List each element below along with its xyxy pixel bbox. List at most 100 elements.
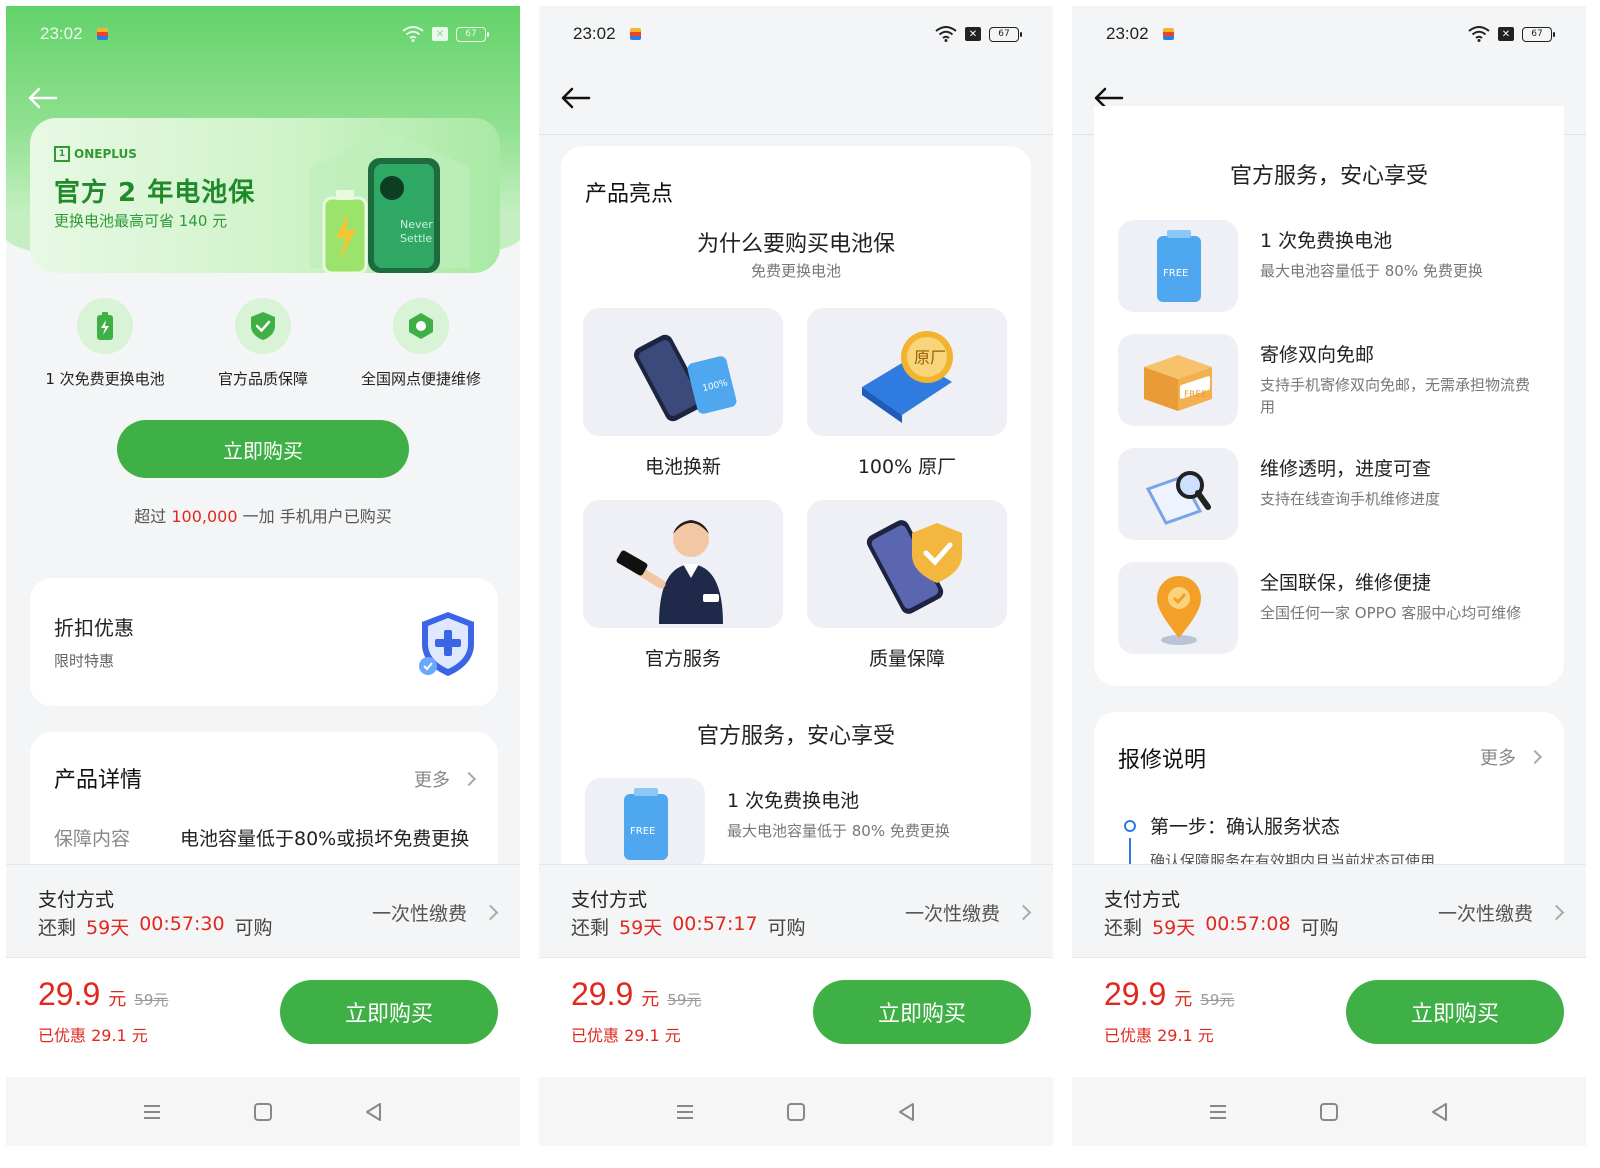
sold-count-text: 超过 100,000 一加 手机用户已购买 (134, 507, 392, 526)
status-time: 23:02 (40, 24, 83, 43)
screen-product-highlights: 23:02 ✕ 67 产品亮点 为什么要购买电池保 免费更换电池 100% 电池… (539, 6, 1053, 1146)
service-battery-thumb: FREE (585, 778, 705, 870)
screen-product-intro: 23:02 ✕ 67 1 ONEPLUS 官方 2 年电池保 更换电池最高可省 1… (6, 6, 520, 1146)
no-sim-icon: ✕ (1498, 27, 1514, 41)
tile-original-factory: 原厂 (807, 308, 1007, 436)
phone-battery-illustration: Never Settle (310, 130, 470, 273)
screen-official-service: 23:02 ✕ 67 官方服务，安心享受 FREE 1 次免费换电池 最大电池容… (1072, 6, 1586, 1146)
countdown-text: 还剩 59天 00:57:30 可购 (38, 913, 273, 939)
payment-method-row: 支付方式 还剩 59天 00:57:08 可购 一次性缴费 (1072, 864, 1586, 956)
hero-title: 官方 2 年电池保 (54, 178, 256, 208)
brand-logo: 1 ONEPLUS (54, 146, 137, 162)
payment-method-row: 支付方式 还剩 59天 00:57:17 可购 一次性缴费 (539, 864, 1053, 956)
feature-row: 1 次免费更换电池 官方品质保障 全国网点便捷维修 (26, 298, 500, 389)
back-triangle-icon[interactable] (1429, 1101, 1451, 1123)
chevron-right-icon (1015, 904, 1032, 921)
battery-icon (77, 298, 133, 354)
tile-official-service (583, 500, 783, 628)
home-icon[interactable] (785, 1101, 807, 1123)
status-bar: 23:02 ✕ 67 (1072, 6, 1586, 62)
hero-subtitle: 更换电池最高可省 140 元 (54, 212, 228, 230)
repair-more-link[interactable]: 更多 (1480, 744, 1543, 770)
battery-indicator: 67 (989, 26, 1022, 42)
feature-free-battery: 1 次免费更换电池 (30, 298, 180, 389)
buy-now-button[interactable]: 立即购买 (280, 980, 498, 1044)
battery-free-icon: FREE (624, 788, 668, 860)
battery-indicator: 67 (456, 26, 489, 42)
discount-card[interactable]: 折扣优惠 限时特惠 (30, 578, 498, 706)
svg-text:FREE: FREE (1163, 268, 1188, 279)
wifi-icon (935, 26, 957, 42)
system-nav-bar (6, 1077, 520, 1146)
system-nav-bar (1072, 1077, 1586, 1146)
feature-nationwide-repair: 全国网点便捷维修 (346, 298, 496, 389)
oneplus-logo-icon: 1 (54, 146, 70, 162)
menu-icon[interactable] (141, 1101, 163, 1123)
payment-method-row: 支付方式 还剩 59天 00:57:30 可购 一次性缴费 (6, 864, 520, 956)
bottom-buy-bar: 29.9 元 59元 已优惠 29.1 元 立即购买 (539, 957, 1053, 1077)
notification-flag-icon (96, 28, 108, 40)
no-sim-icon: ✕ (432, 27, 448, 41)
feature-official-quality: 官方品质保障 (188, 298, 338, 389)
bottom-buy-bar: 29.9 元 59元 已优惠 29.1 元 立即购买 (1072, 957, 1586, 1077)
highlights-card: 产品亮点 为什么要购买电池保 免费更换电池 100% 电池换新 原厂 100% … (561, 146, 1031, 886)
home-icon[interactable] (1318, 1101, 1340, 1123)
header-divider (539, 134, 1053, 135)
buy-now-button[interactable]: 立即购买 (1346, 980, 1564, 1044)
price: 29.9 元 59元 (1104, 976, 1235, 1012)
shield-plus-icon (419, 612, 474, 676)
service-thumb-magnifier (1118, 448, 1238, 540)
product-detail-card: 产品详情 更多 保障内容 电池容量低于80%或损坏免费更换 (30, 732, 498, 882)
phone-shield-icon (866, 520, 962, 614)
step-dot (1124, 820, 1136, 832)
countdown-text: 还剩 59天 00:57:08 可购 (1104, 913, 1339, 939)
countdown-text: 还剩 59天 00:57:17 可购 (571, 913, 806, 939)
chevron-right-icon (482, 904, 499, 921)
system-nav-bar (539, 1077, 1053, 1146)
service-thumb-pin (1118, 562, 1238, 654)
home-icon[interactable] (252, 1101, 274, 1123)
menu-icon[interactable] (674, 1101, 696, 1123)
payment-method-selector[interactable]: 一次性缴费 (905, 899, 1032, 926)
service-thumb-box: FREE (1118, 334, 1238, 426)
svg-text:FREE: FREE (630, 826, 655, 837)
back-arrow-icon[interactable] (559, 86, 593, 110)
tile-quality-guarantee (807, 500, 1007, 628)
magnifier-icon (1145, 471, 1211, 525)
detail-more-link[interactable]: 更多 (414, 766, 477, 792)
no-sim-icon: ✕ (965, 27, 981, 41)
status-bar: 23:02 ✕ 67 (6, 6, 520, 62)
wifi-icon (402, 26, 424, 42)
back-triangle-icon[interactable] (363, 1101, 385, 1123)
payment-method-selector[interactable]: 一次性缴费 (372, 899, 499, 926)
hero-banner: 1 ONEPLUS 官方 2 年电池保 更换电池最高可省 140 元 Never … (30, 118, 500, 273)
battery-free-icon: FREE (1157, 230, 1201, 302)
svg-text:Settle: Settle (400, 232, 432, 245)
notification-flag-icon (1162, 28, 1174, 40)
chevron-right-icon (1548, 904, 1565, 921)
svg-text:Never: Never (400, 218, 433, 231)
box-free-icon: FREE (1144, 355, 1212, 411)
buy-now-button[interactable]: 立即购买 (813, 980, 1031, 1044)
chevron-right-icon (1527, 749, 1543, 765)
phone-battery-icon: 100% (634, 334, 737, 422)
chevron-right-icon (461, 771, 477, 787)
original-badge-icon: 原厂 (862, 331, 953, 423)
tile-battery-renew: 100% (583, 308, 783, 436)
battery-indicator: 67 (1522, 26, 1555, 42)
price: 29.9 元 59元 (571, 976, 702, 1012)
shield-check-icon (235, 298, 291, 354)
wifi-icon (1468, 26, 1490, 42)
payment-method-selector[interactable]: 一次性缴费 (1438, 899, 1565, 926)
back-arrow-icon[interactable] (26, 86, 60, 110)
status-bar: 23:02 ✕ 67 (539, 6, 1053, 62)
notification-flag-icon (629, 28, 641, 40)
service-thumb-battery: FREE (1118, 220, 1238, 312)
back-triangle-icon[interactable] (896, 1101, 918, 1123)
service-person-icon (616, 520, 723, 624)
price: 29.9 元 59元 (38, 976, 169, 1012)
location-pin-icon (1157, 576, 1201, 645)
buy-now-hero-button[interactable]: 立即购买 (117, 420, 409, 478)
menu-icon[interactable] (1207, 1101, 1229, 1123)
bottom-buy-bar: 29.9 元 59元 已优惠 29.1 元 立即购买 (6, 957, 520, 1077)
